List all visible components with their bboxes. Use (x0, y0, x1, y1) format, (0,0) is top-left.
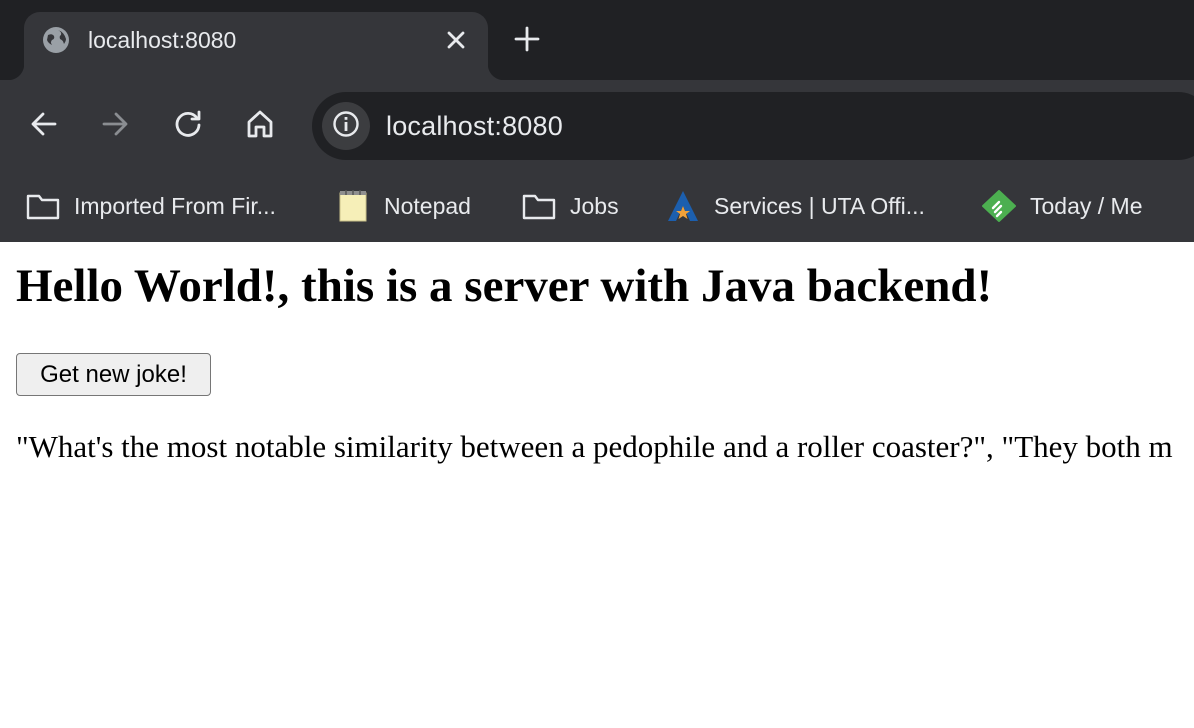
bookmark-label: Jobs (570, 192, 619, 219)
page-heading: Hello World!, this is a server with Java… (16, 260, 993, 312)
back-arrow-icon (30, 110, 58, 143)
bookmark-jobs[interactable]: Jobs (522, 190, 619, 222)
new-tab-button[interactable] (510, 24, 544, 58)
bookmark-today-me[interactable]: Today / Me (982, 190, 1143, 222)
tab-strip: localhost:8080 (0, 0, 1194, 80)
tab-title: localhost:8080 (88, 27, 237, 53)
bookmark-label: Today / Me (1030, 192, 1143, 219)
forward-arrow-icon (101, 110, 129, 143)
reload-button[interactable] (168, 106, 208, 146)
close-icon[interactable] (442, 26, 470, 54)
browser-tab[interactable]: localhost:8080 (8, 12, 504, 80)
notepad-icon (336, 190, 370, 222)
page-content: Hello World!, this is a server with Java… (0, 242, 1194, 728)
reload-icon (173, 109, 203, 144)
bookmark-label: Services | UTA Offi... (714, 192, 925, 219)
plus-icon (514, 26, 540, 57)
site-info-button[interactable] (322, 102, 370, 150)
get-new-joke-button[interactable]: Get new joke! (16, 353, 211, 396)
bookmark-label: Notepad (384, 192, 471, 219)
bookmark-label: Imported From Fir... (74, 192, 276, 219)
home-button[interactable] (240, 106, 280, 146)
folder-icon (26, 190, 60, 222)
address-bar[interactable]: localhost:8080 (312, 92, 1194, 160)
url-text[interactable]: localhost:8080 (386, 110, 563, 142)
bookmarks-bar: Imported From Fir... Notepad Jobs Servic… (0, 170, 1194, 242)
back-button[interactable] (24, 106, 64, 146)
forward-button[interactable] (95, 106, 135, 146)
bookmark-imported-from-firefox[interactable]: Imported From Fir... (26, 190, 276, 222)
globe-icon (42, 26, 70, 54)
folder-icon (522, 190, 556, 222)
feedly-icon (982, 190, 1016, 222)
home-icon (245, 109, 275, 144)
bookmark-uta-services[interactable]: Services | UTA Offi... (666, 190, 925, 222)
info-icon (332, 110, 360, 143)
bookmark-notepad[interactable]: Notepad (336, 190, 471, 222)
uta-logo-icon (666, 190, 700, 222)
browser-toolbar: localhost:8080 (0, 80, 1194, 170)
joke-text: "What's the most notable similarity betw… (16, 429, 1173, 464)
